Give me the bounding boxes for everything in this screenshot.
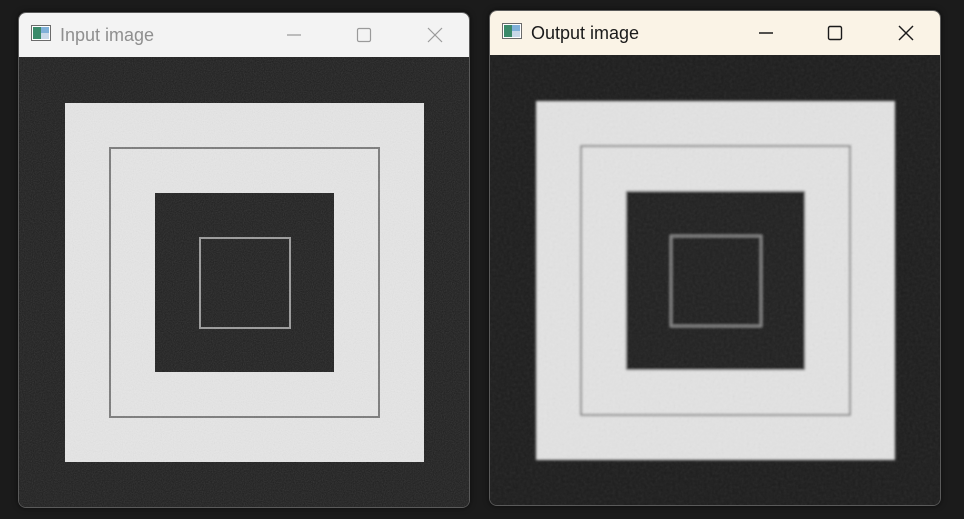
minimize-icon — [759, 32, 773, 34]
window-title: Input image — [60, 25, 155, 45]
output-image-canvas — [490, 55, 940, 505]
maximize-button[interactable] — [812, 11, 858, 55]
close-icon — [898, 25, 914, 41]
maximize-button[interactable] — [341, 13, 387, 57]
window-title: Output image — [531, 23, 640, 43]
output-image-window[interactable]: Output image — [489, 10, 941, 506]
input-window-titlebar[interactable]: Input image — [19, 13, 469, 57]
minimize-icon — [287, 34, 301, 36]
app-icon — [31, 25, 51, 41]
maximize-icon — [827, 25, 843, 41]
minimize-button[interactable] — [271, 13, 317, 57]
output-window-titlebar[interactable]: Output image — [490, 11, 940, 55]
desktop: Input image Output image — [0, 0, 964, 519]
app-icon — [502, 23, 522, 39]
maximize-icon — [356, 27, 372, 43]
minimize-button[interactable] — [743, 11, 789, 55]
input-image-canvas — [19, 57, 469, 507]
close-button[interactable] — [412, 13, 458, 57]
input-image-window[interactable]: Input image — [18, 12, 470, 508]
close-button[interactable] — [883, 11, 929, 55]
close-icon — [427, 27, 443, 43]
